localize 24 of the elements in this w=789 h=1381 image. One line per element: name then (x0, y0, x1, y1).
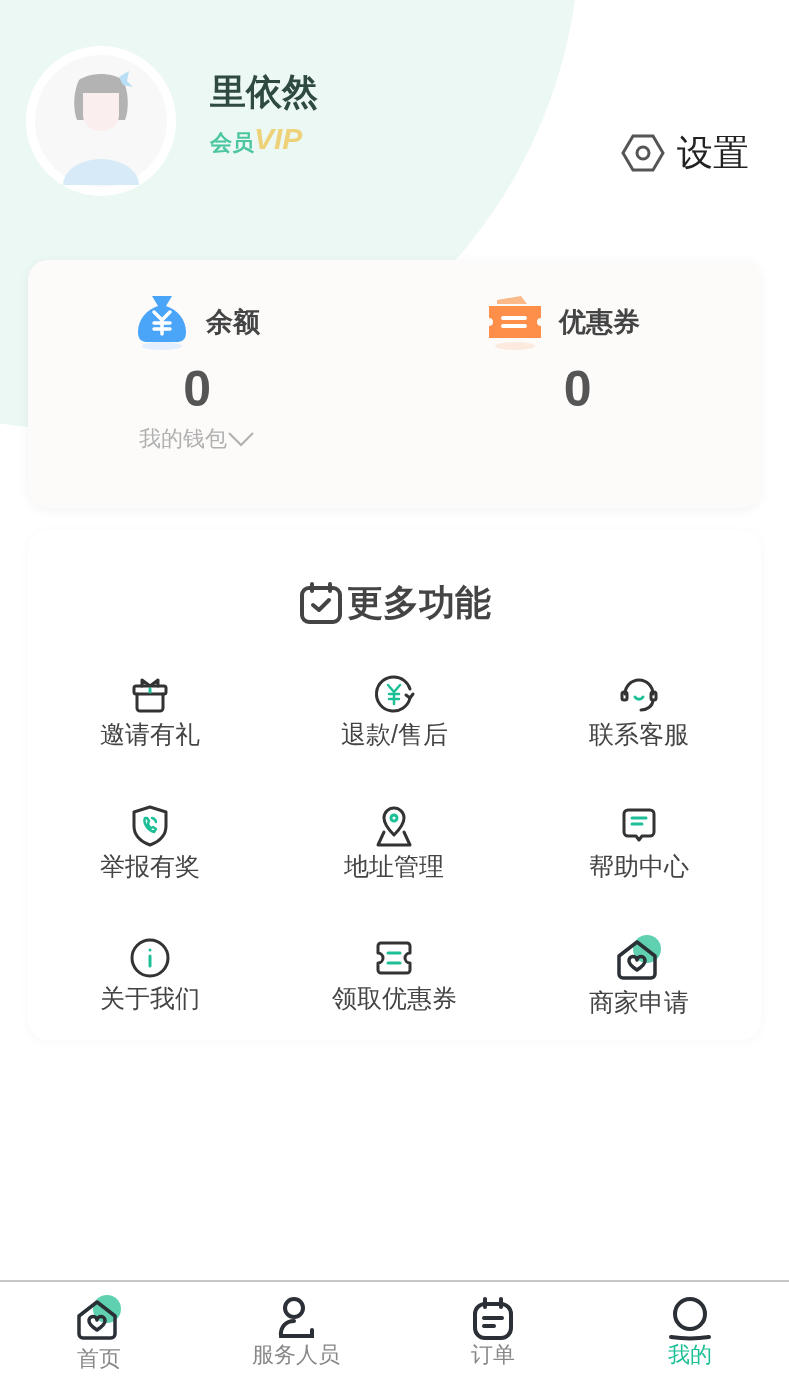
member-label: 会员 (210, 132, 254, 154)
calendar-check-icon (298, 581, 343, 625)
chevron-down-icon (227, 430, 256, 447)
wallet-value: 0 (563, 364, 592, 414)
feature-item[interactable]: 帮助中心 (516, 802, 761, 906)
feature-item[interactable]: 举报有奖 (28, 802, 273, 906)
vip-label: VIP (254, 124, 303, 154)
tab[interactable]: 服务人员 (197, 1282, 395, 1381)
settings-icon (621, 133, 665, 173)
wallet-label: 余额 (206, 305, 261, 339)
wallet-value: 0 (183, 364, 212, 414)
feature-item[interactable]: 领取优惠券 (272, 934, 517, 1038)
feature-item[interactable]: 邀请有礼 (28, 670, 273, 774)
tab[interactable]: 首页 (0, 1282, 198, 1381)
feature-item[interactable]: 关于我们 (28, 934, 273, 1038)
feature-item[interactable]: 退款/售后 (272, 670, 517, 774)
section-title: 更多功能 (346, 581, 491, 625)
feature-item[interactable]: 商家申请 (516, 934, 761, 1038)
feature-item[interactable]: 联系客服 (516, 670, 761, 774)
wallet-label: 优惠券 (559, 305, 641, 339)
feature-item[interactable]: 地址管理 (272, 802, 517, 906)
settings-button[interactable]: 设置 (621, 133, 749, 173)
tab[interactable]: 订单 (394, 1282, 592, 1381)
user-name: 里依然 (210, 74, 318, 110)
